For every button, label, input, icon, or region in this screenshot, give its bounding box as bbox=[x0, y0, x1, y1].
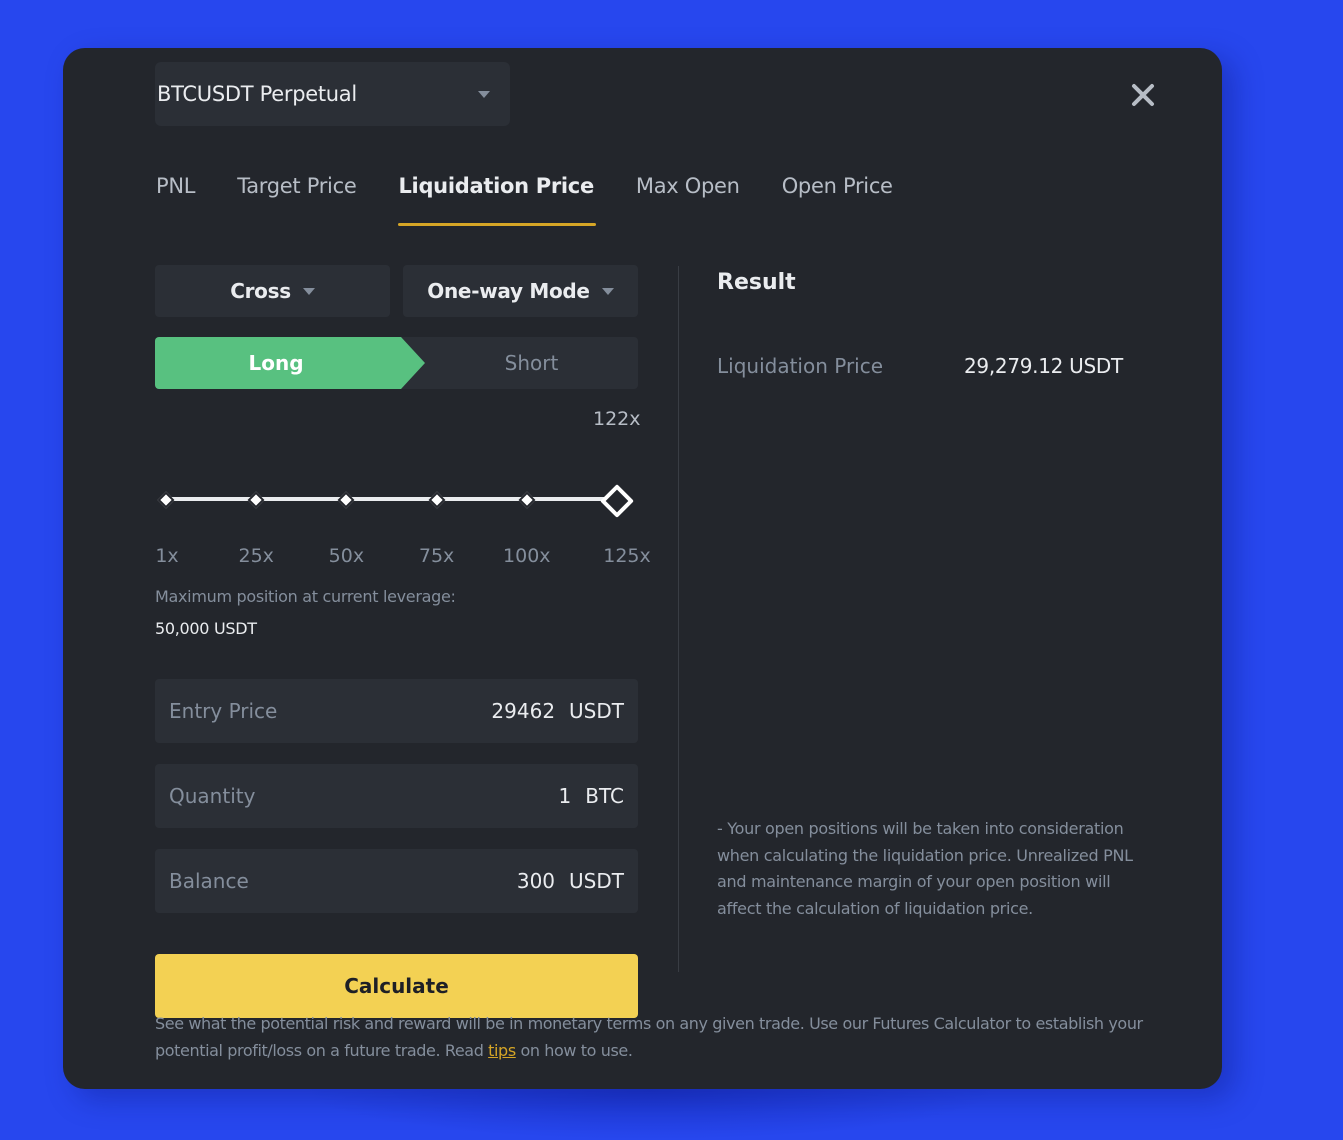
caret-down-icon bbox=[601, 287, 614, 295]
tab-max-open[interactable]: Max Open bbox=[636, 168, 740, 228]
tick-label: 125x bbox=[603, 545, 651, 567]
close-icon bbox=[1132, 84, 1154, 106]
side-toggle: Long Short bbox=[155, 337, 638, 389]
balance-label: Balance bbox=[169, 869, 249, 893]
short-label: Short bbox=[504, 351, 559, 375]
slider-track bbox=[165, 497, 616, 501]
result-row: Liquidation Price 29,279.12 USDT bbox=[717, 354, 1123, 378]
slider-tick[interactable] bbox=[428, 491, 446, 509]
entry-price-unit: USDT bbox=[569, 699, 624, 723]
tab-pnl[interactable]: PNL bbox=[156, 168, 195, 228]
balance-input[interactable]: Balance 300 USDT bbox=[155, 849, 638, 913]
quantity-unit: BTC bbox=[585, 784, 624, 808]
slider-tick[interactable] bbox=[247, 491, 265, 509]
tab-open-price[interactable]: Open Price bbox=[782, 168, 893, 228]
input-panel: Cross One-way Mode Long Short 122x 1x 25x… bbox=[155, 265, 651, 1018]
margin-mode-label: Cross bbox=[230, 279, 291, 303]
max-position-label: Maximum position at current leverage: bbox=[155, 587, 456, 606]
tick-label: 50x bbox=[328, 545, 365, 567]
tab-target-price[interactable]: Target Price bbox=[237, 168, 357, 228]
tick-label: 25x bbox=[238, 545, 274, 567]
tips-link[interactable]: tips bbox=[488, 1041, 516, 1060]
slider-tick[interactable] bbox=[337, 491, 355, 509]
position-mode-label: One-way Mode bbox=[427, 279, 590, 303]
close-button[interactable] bbox=[1126, 78, 1160, 112]
futures-calculator-modal: BTCUSDT Perpetual PNL Target Price Liqui… bbox=[63, 48, 1222, 1089]
leverage-tick-labels: 1x 25x 50x 75x 100x 125x bbox=[155, 545, 655, 569]
slider-tick[interactable] bbox=[157, 491, 175, 509]
caret-down-icon bbox=[478, 90, 490, 98]
calculate-button[interactable]: Calculate bbox=[155, 954, 638, 1018]
entry-price-label: Entry Price bbox=[169, 699, 278, 723]
balance-value: 300 bbox=[516, 869, 556, 893]
tick-label: 1x bbox=[155, 545, 179, 567]
long-button[interactable]: Long bbox=[155, 337, 425, 389]
entry-price-input[interactable]: Entry Price 29462 USDT bbox=[155, 679, 638, 743]
tick-label: 100x bbox=[503, 545, 551, 567]
tab-liquidation-price[interactable]: Liquidation Price bbox=[398, 168, 597, 228]
symbol-select-label: BTCUSDT Perpetual bbox=[157, 82, 357, 106]
result-note: - Your open positions will be taken into… bbox=[717, 819, 1133, 918]
calculator-tabs: PNL Target Price Liquidation Price Max O… bbox=[156, 168, 935, 228]
result-label: Liquidation Price bbox=[717, 354, 884, 378]
leverage-slider[interactable] bbox=[155, 484, 638, 518]
result-title: Result bbox=[717, 270, 796, 295]
result-value: 29,279.12 USDT bbox=[964, 354, 1123, 378]
leverage-value: 122x bbox=[593, 408, 641, 430]
long-label: Long bbox=[248, 351, 304, 375]
symbol-select[interactable]: BTCUSDT Perpetual bbox=[155, 62, 510, 126]
panel-divider bbox=[678, 266, 679, 972]
quantity-input[interactable]: Quantity 1 BTC bbox=[155, 764, 638, 828]
max-position-value: 50,000 USDT bbox=[155, 619, 257, 638]
footer-description: See what the potential risk and reward w… bbox=[155, 1010, 1165, 1064]
position-mode-dropdown[interactable]: One-way Mode bbox=[403, 265, 638, 317]
footer-text: See what the potential risk and reward w… bbox=[155, 1014, 1143, 1060]
footer-text-end: on how to use. bbox=[515, 1041, 633, 1060]
caret-down-icon bbox=[302, 287, 315, 295]
margin-mode-dropdown[interactable]: Cross bbox=[155, 265, 390, 317]
tick-label: 75x bbox=[418, 545, 455, 567]
slider-thumb[interactable] bbox=[600, 484, 634, 518]
entry-price-value: 29462 bbox=[491, 699, 556, 723]
quantity-label: Quantity bbox=[169, 784, 256, 808]
quantity-value: 1 bbox=[558, 784, 572, 808]
slider-tick[interactable] bbox=[518, 491, 536, 509]
balance-unit: USDT bbox=[569, 869, 624, 893]
short-button[interactable]: Short bbox=[425, 337, 638, 389]
